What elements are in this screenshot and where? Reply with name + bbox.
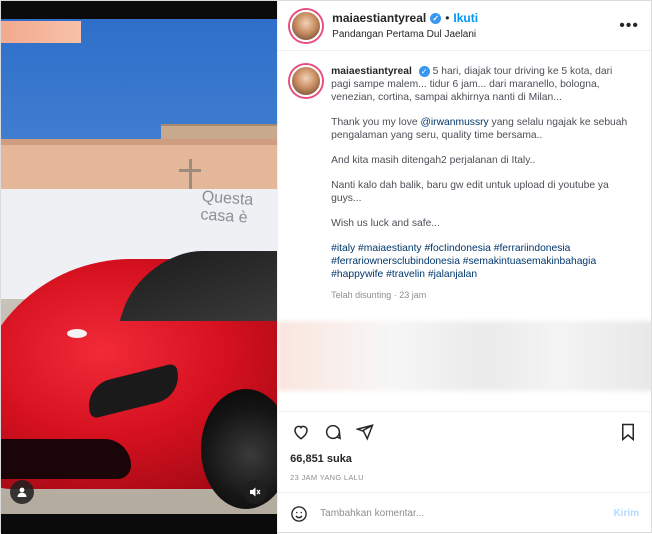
verified-badge-icon: ✓ — [430, 12, 442, 24]
caption-paragraph-3: And kita masih ditengah2 perjalanan di I… — [331, 155, 536, 166]
time-ago: 23 JAM YANG LALU — [290, 473, 364, 482]
likes-count[interactable]: 66,851 suka — [278, 451, 651, 465]
post-comment-button[interactable]: Kirim — [613, 508, 639, 519]
car-badge — [67, 329, 87, 338]
action-bar — [278, 411, 651, 451]
post-media[interactable]: Questa casa è — [1, 1, 278, 534]
edited-meta: Telah disunting · 23 jam — [331, 290, 427, 300]
video-player[interactable]: Questa casa è — [1, 19, 278, 514]
follow-button[interactable]: Ikuti — [453, 11, 478, 25]
mute-button[interactable] — [243, 480, 268, 504]
car-grille — [1, 439, 131, 479]
caption-row: maiaestiantyreal ✓ 5 hari, diajak tour d… — [290, 65, 639, 302]
video-wall-text: Questa casa è — [199, 188, 254, 227]
verified-badge-icon: ✓ — [418, 66, 430, 77]
avatar[interactable] — [290, 9, 323, 42]
header-text: maiaestiantyreal ✓ • Ikuti Pandangan Per… — [332, 11, 619, 40]
caption-line-2-pre: Thank you my love — [331, 117, 421, 128]
comment-input[interactable] — [320, 508, 614, 519]
caption-area: maiaestiantyreal ✓ 5 hari, diajak tour d… — [278, 51, 651, 411]
caption-username[interactable]: maiaestiantyreal — [331, 66, 412, 77]
comment-icon — [326, 424, 342, 440]
blurred-comments — [278, 321, 651, 391]
post-details: maiaestiantyreal ✓ • Ikuti Pandangan Per… — [277, 1, 651, 534]
user-tag-button[interactable] — [10, 480, 34, 504]
caption-paragraph-2: Thank you my love @irwanmussry yang sela… — [331, 116, 631, 142]
mention-link[interactable]: @irwanmussry — [420, 117, 488, 128]
save-button[interactable] — [617, 421, 639, 443]
heart-icon — [294, 425, 308, 440]
like-button[interactable] — [290, 421, 312, 443]
separator-dot: • — [445, 11, 450, 25]
username-link[interactable]: maiaestiantyreal — [332, 11, 426, 25]
audio-subtitle[interactable]: Pandangan Pertama Dul Jaelani — [332, 29, 619, 40]
caption-paragraph-5: Wish us luck and safe... — [331, 218, 440, 229]
instagram-post: Questa casa è maiaestiantyreal ✓ • Ikuti… — [0, 0, 652, 534]
caption-avatar[interactable] — [290, 65, 323, 97]
header-line: maiaestiantyreal ✓ • Ikuti — [332, 11, 619, 25]
bookmark-icon — [622, 423, 634, 441]
emoji-icon[interactable] — [290, 505, 308, 523]
hashtags[interactable]: #italy #maiaestianty #focIindonesia #fer… — [331, 242, 631, 281]
comment-bar: Kirim — [278, 492, 651, 534]
caption-paragraph-1: maiaestiantyreal ✓ 5 hari, diajak tour d… — [331, 65, 631, 104]
speaker-muted-icon — [250, 487, 261, 497]
more-horizontal-icon[interactable]: ••• — [619, 17, 639, 35]
video-cross-bar — [179, 169, 201, 172]
share-button[interactable] — [354, 421, 376, 443]
post-header: maiaestiantyreal ✓ • Ikuti Pandangan Per… — [278, 1, 651, 51]
blurred-overlay — [1, 21, 81, 43]
caption-text: maiaestiantyreal ✓ 5 hari, diajak tour d… — [331, 65, 631, 302]
send-icon — [356, 423, 374, 441]
caption-paragraph-4: Nanti kalo dah balik, baru gw edit untuk… — [331, 180, 609, 204]
comment-button[interactable] — [322, 421, 344, 443]
user-tag-icon — [17, 487, 27, 497]
